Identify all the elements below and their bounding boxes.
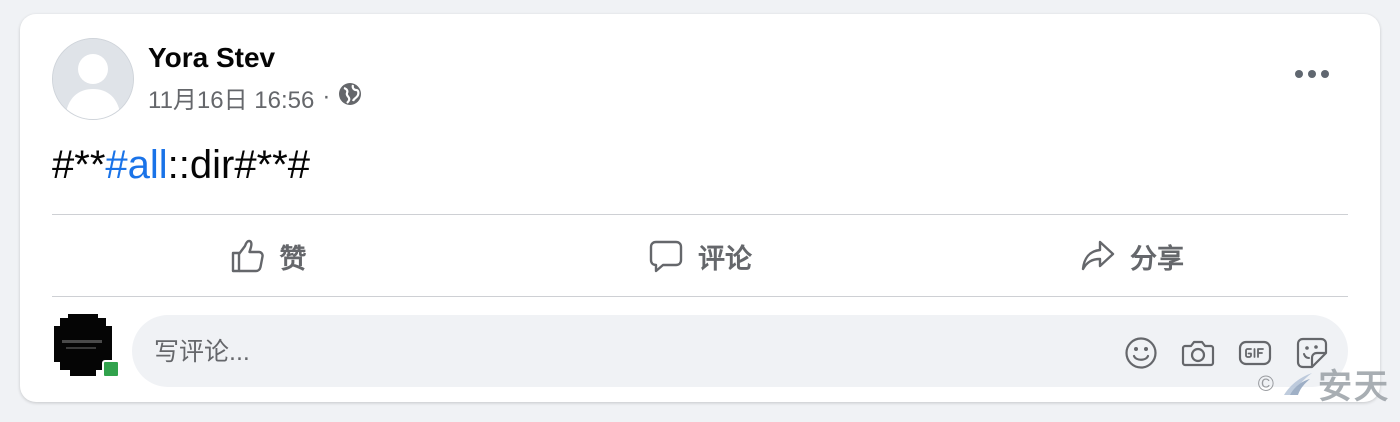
emoji-icon: [1125, 337, 1157, 369]
copyright-symbol: ©: [1257, 370, 1274, 396]
emoji-button[interactable]: [1123, 335, 1159, 371]
author-name[interactable]: Yora Stev: [148, 40, 275, 76]
comment-input[interactable]: [152, 331, 1056, 373]
divider: [52, 214, 1348, 215]
author-avatar[interactable]: [52, 38, 134, 120]
comment-button[interactable]: 评论: [484, 216, 916, 296]
share-arrow-icon: [1081, 240, 1115, 271]
brand-name: 安天: [1318, 367, 1390, 407]
online-status-indicator: [102, 360, 120, 378]
photo-button[interactable]: [1180, 335, 1216, 371]
share-button[interactable]: 分享: [916, 216, 1348, 296]
camera-icon: [1181, 340, 1215, 367]
divider: [52, 296, 1348, 297]
more-horizontal-icon: [1295, 70, 1329, 78]
watermark: © 安天: [1258, 359, 1390, 408]
current-user-avatar[interactable]: [52, 314, 120, 378]
thumbs-up-icon: [231, 239, 264, 273]
meta-separator: ·: [322, 83, 331, 110]
like-button[interactable]: 赞: [52, 216, 484, 296]
like-label: 赞: [279, 243, 307, 274]
hashtag-link[interactable]: #all: [105, 143, 167, 187]
post-text: #**#all::dir#**#: [52, 140, 310, 190]
post-text-suffix: ::dir#**#: [167, 143, 310, 187]
post-text-prefix: #**: [52, 143, 106, 187]
comment-label: 评论: [698, 243, 752, 274]
default-avatar-icon: [53, 39, 133, 119]
action-bar: 赞 评论 分享: [52, 216, 1348, 296]
more-options-button[interactable]: [1284, 56, 1340, 92]
post-meta: 11月16日 16:56 ·: [148, 80, 362, 115]
comment-composer[interactable]: [132, 315, 1348, 387]
post-timestamp[interactable]: 11月16日 16:56: [148, 80, 314, 115]
globe-icon[interactable]: [338, 82, 362, 113]
antiy-logo-icon: [1284, 372, 1312, 395]
share-label: 分享: [1130, 243, 1184, 274]
comment-icon: [649, 240, 683, 273]
post-card: Yora Stev 11月16日 16:56 · #**#all::dir#**…: [20, 14, 1380, 402]
